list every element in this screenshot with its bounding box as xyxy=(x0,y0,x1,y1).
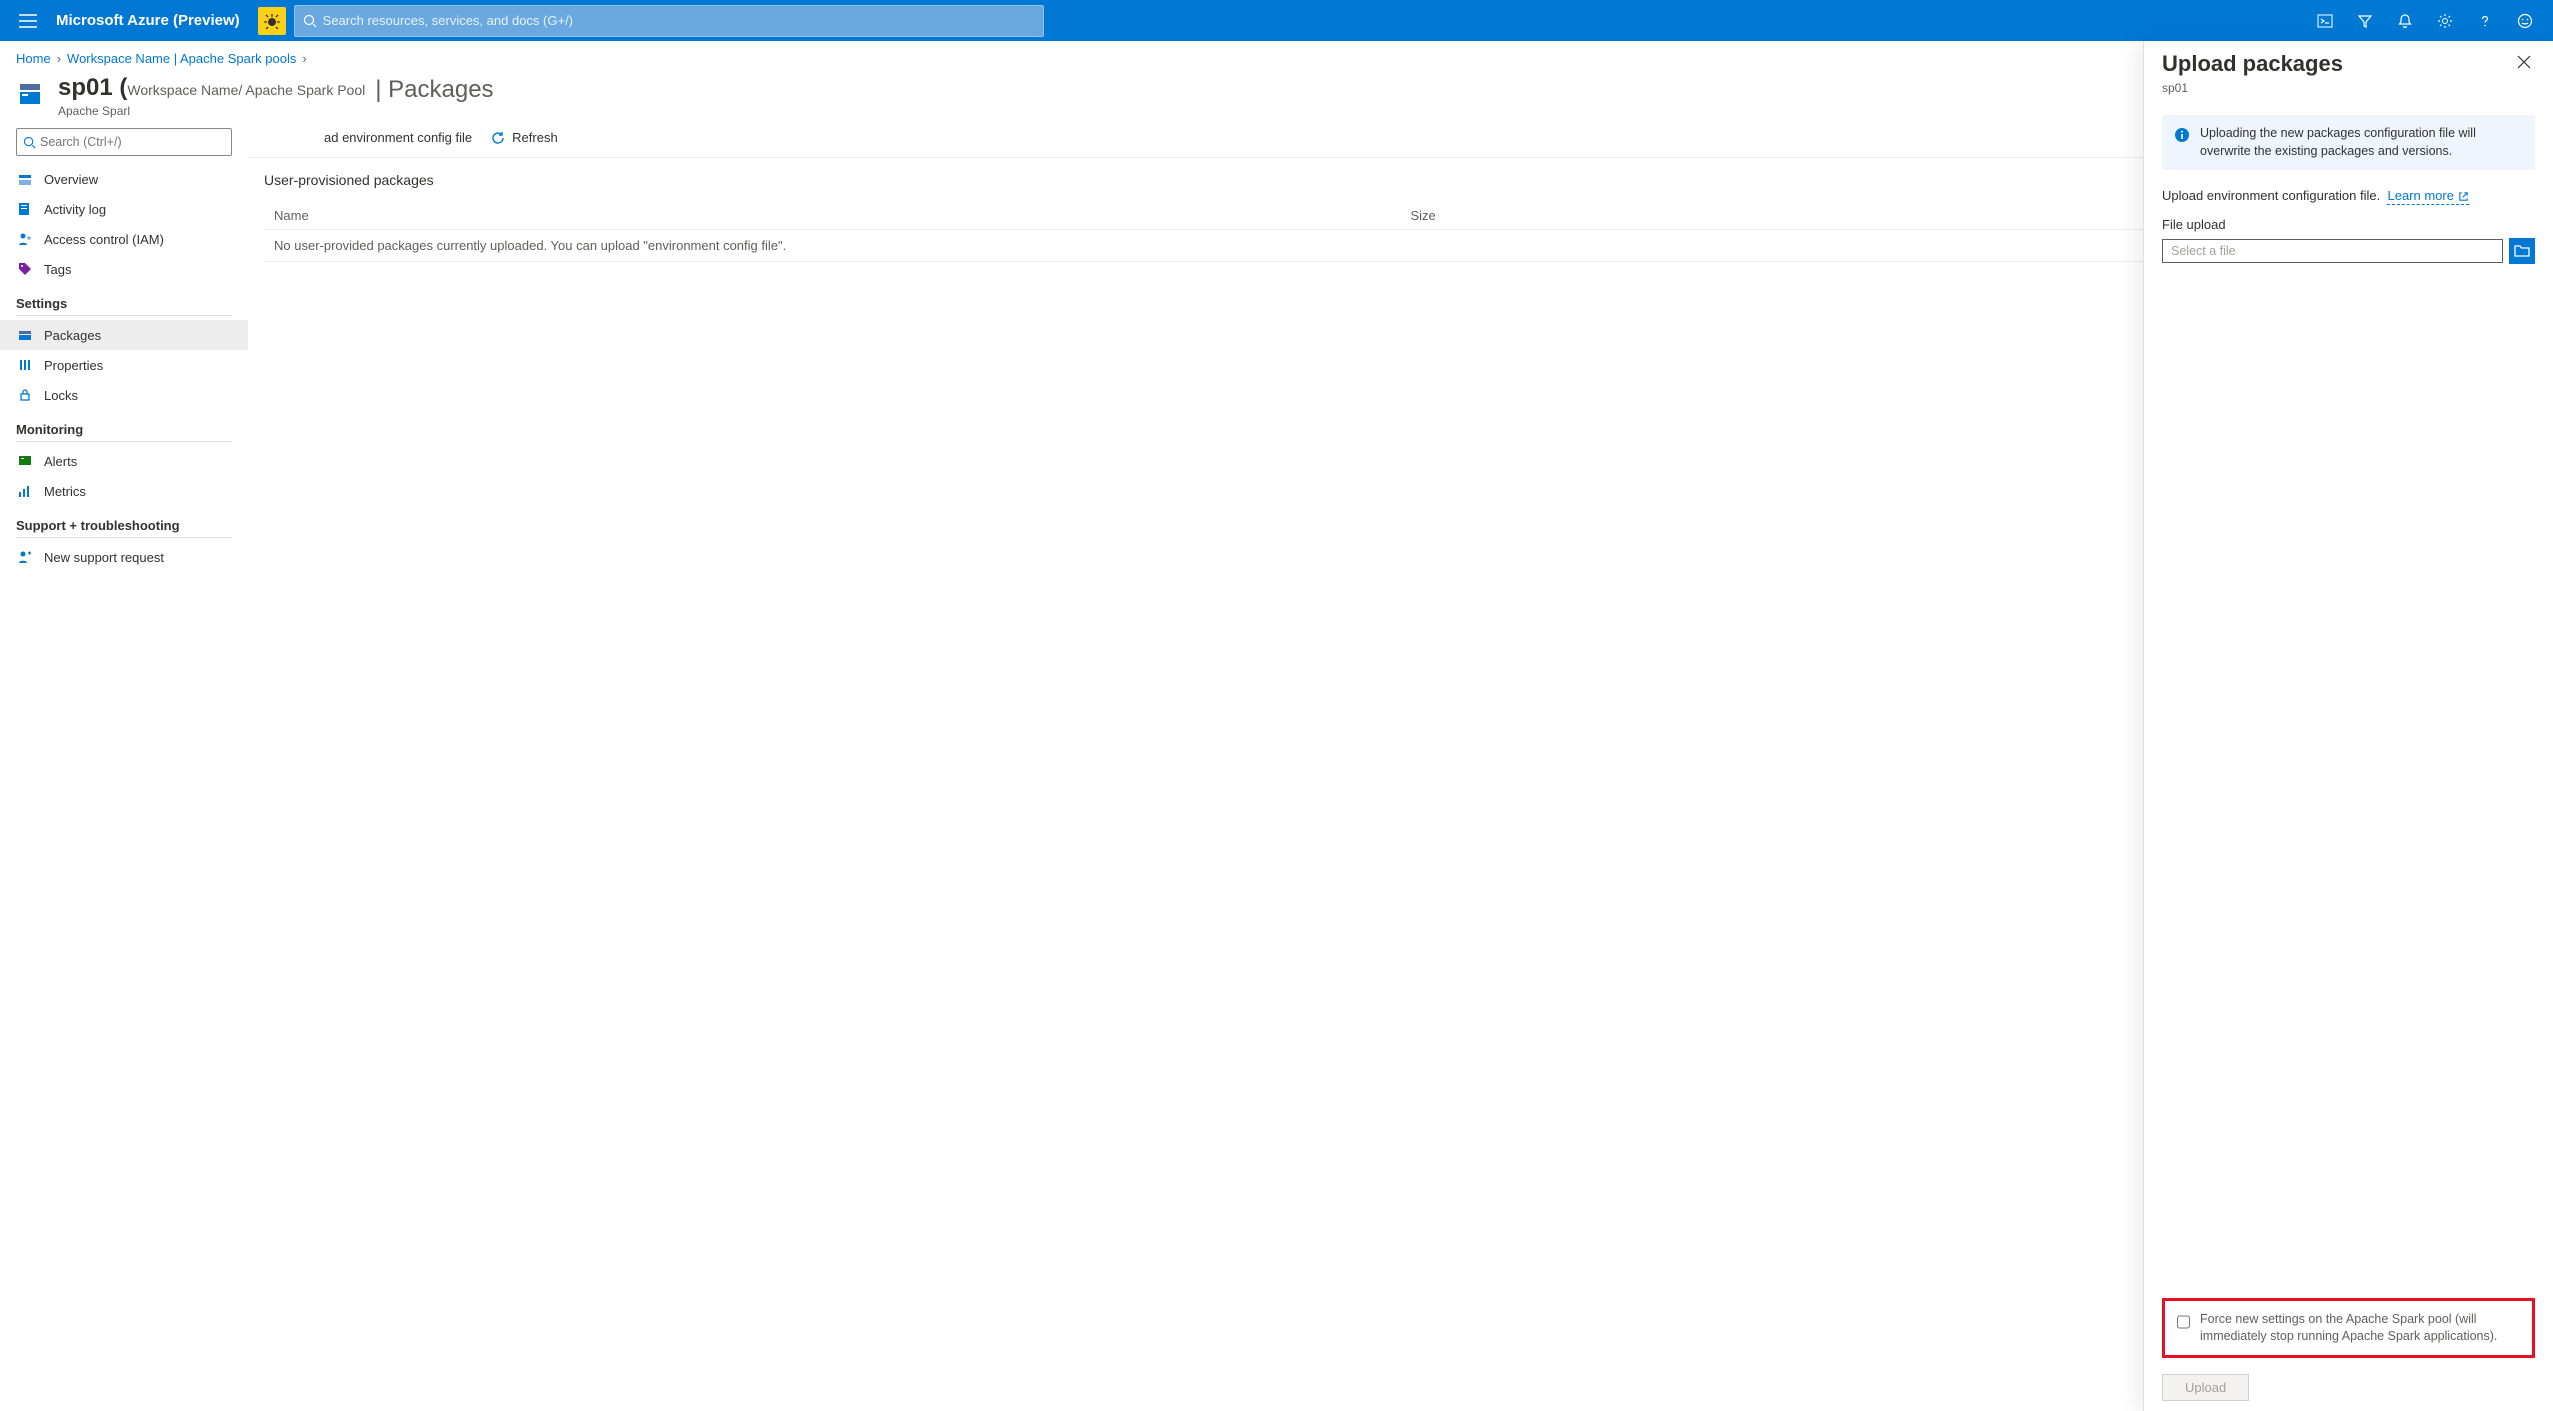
sidebar-group-settings: Settings xyxy=(16,284,232,316)
sidebar-item-new-support-request[interactable]: New support request xyxy=(0,542,248,572)
folder-icon xyxy=(2514,244,2530,258)
panel-subtitle: sp01 xyxy=(2162,81,2343,95)
preview-bug-button[interactable] xyxy=(258,7,286,35)
help-button[interactable] xyxy=(2465,1,2505,41)
side-search-input[interactable] xyxy=(40,135,225,149)
sidebar-item-tags[interactable]: Tags xyxy=(0,254,248,284)
filter-icon xyxy=(2357,13,2373,29)
feedback-button[interactable] xyxy=(2505,1,2545,41)
learn-more-link[interactable]: Learn more xyxy=(2387,188,2468,205)
refresh-icon xyxy=(490,130,506,146)
global-search-input[interactable] xyxy=(323,13,1035,28)
info-message: Uploading the new packages configuration… xyxy=(2162,115,2535,170)
cloud-shell-button[interactable] xyxy=(2305,1,2345,41)
sidebar-item-overview[interactable]: Overview xyxy=(0,164,248,194)
search-icon xyxy=(303,14,317,28)
sidebar-group-monitoring: Monitoring xyxy=(16,410,232,442)
side-search[interactable] xyxy=(16,128,232,156)
notifications-button[interactable] xyxy=(2385,1,2425,41)
toolbar-label: Refresh xyxy=(512,130,558,145)
settings-button[interactable] xyxy=(2425,1,2465,41)
force-settings-label: Force new settings on the Apache Spark p… xyxy=(2200,1311,2520,1345)
table-header-name[interactable]: Name xyxy=(264,202,1401,230)
sidebar-item-metrics[interactable]: Metrics xyxy=(0,476,248,506)
toolbar-label: ad environment config file xyxy=(324,130,472,145)
sidebar-item-label: Locks xyxy=(44,388,78,403)
browse-file-button[interactable] xyxy=(2509,238,2535,264)
info-text: Uploading the new packages configuration… xyxy=(2200,125,2523,160)
sidebar-item-label: Alerts xyxy=(44,454,77,469)
info-icon xyxy=(2174,127,2190,143)
chevron-right-icon: › xyxy=(302,51,306,66)
breadcrumb-home[interactable]: Home xyxy=(16,51,51,66)
hamburger-menu[interactable] xyxy=(8,1,48,41)
lock-icon xyxy=(16,386,34,404)
close-icon xyxy=(2517,55,2531,69)
directory-switch-button[interactable] xyxy=(2345,1,2385,41)
resource-title: sp01 (Workspace Name/ Apache Spark Pool xyxy=(58,74,365,102)
spark-pool-icon xyxy=(16,78,48,110)
access-control-icon xyxy=(16,230,34,248)
question-icon xyxy=(2477,13,2493,29)
smiley-icon xyxy=(2517,13,2533,29)
force-settings-section: Force new settings on the Apache Spark p… xyxy=(2162,1298,2535,1358)
side-nav-column: Overview Activity log Access control (IA… xyxy=(0,118,248,1411)
resource-type-label: Apache Sparl xyxy=(58,104,365,118)
gear-icon xyxy=(2437,13,2453,29)
overview-icon xyxy=(16,170,34,188)
support-icon xyxy=(16,548,34,566)
hamburger-icon xyxy=(19,14,37,28)
search-icon xyxy=(23,136,36,149)
metrics-icon xyxy=(16,482,34,500)
top-bar: Microsoft Azure (Preview) xyxy=(0,0,2553,41)
file-upload-label: File upload xyxy=(2162,217,2535,232)
chevron-right-icon: › xyxy=(57,51,61,66)
sidebar-item-label: Properties xyxy=(44,358,103,373)
packages-icon xyxy=(16,326,34,344)
sidebar-item-label: New support request xyxy=(44,550,164,565)
sidebar-item-label: Tags xyxy=(44,262,71,277)
cloud-shell-icon xyxy=(2317,13,2333,29)
brand-label[interactable]: Microsoft Azure (Preview) xyxy=(48,12,258,29)
alerts-icon xyxy=(16,452,34,470)
properties-icon xyxy=(16,356,34,374)
tags-icon xyxy=(16,260,34,278)
sidebar-item-alerts[interactable]: Alerts xyxy=(0,446,248,476)
sidebar-item-access-control[interactable]: Access control (IAM) xyxy=(0,224,248,254)
bell-icon xyxy=(2397,13,2413,29)
file-path-field[interactable]: Select a file xyxy=(2162,239,2503,263)
panel-description: Upload environment configuration file. L… xyxy=(2162,188,2535,203)
upload-config-button[interactable]: ad environment config file xyxy=(324,130,472,145)
sidebar-item-activity-log[interactable]: Activity log xyxy=(0,194,248,224)
sidebar-item-label: Metrics xyxy=(44,484,86,499)
panel-close-button[interactable] xyxy=(2513,51,2535,73)
sidebar-item-label: Overview xyxy=(44,172,98,187)
sidebar-item-locks[interactable]: Locks xyxy=(0,380,248,410)
panel-title: Upload packages xyxy=(2162,51,2343,77)
external-link-icon xyxy=(2458,191,2469,202)
page-section-title: | Packages xyxy=(375,74,493,104)
refresh-button[interactable]: Refresh xyxy=(490,130,558,146)
sidebar-group-support: Support + troubleshooting xyxy=(16,506,232,538)
activity-log-icon xyxy=(16,200,34,218)
sidebar-item-label: Access control (IAM) xyxy=(44,232,164,247)
sidebar-item-properties[interactable]: Properties xyxy=(0,350,248,380)
sidebar-item-packages[interactable]: Packages xyxy=(0,320,248,350)
upload-button[interactable]: Upload xyxy=(2162,1374,2249,1401)
bug-icon xyxy=(264,13,280,29)
upload-packages-panel: Upload packages sp01 Uploading the new p… xyxy=(2143,41,2553,1411)
global-search[interactable] xyxy=(294,5,1044,37)
force-settings-checkbox[interactable] xyxy=(2177,1313,2190,1331)
breadcrumb-workspace[interactable]: Workspace Name | Apache Spark pools xyxy=(67,51,296,66)
sidebar-item-label: Packages xyxy=(44,328,101,343)
sidebar-item-label: Activity log xyxy=(44,202,106,217)
top-icon-bar xyxy=(2305,1,2545,41)
